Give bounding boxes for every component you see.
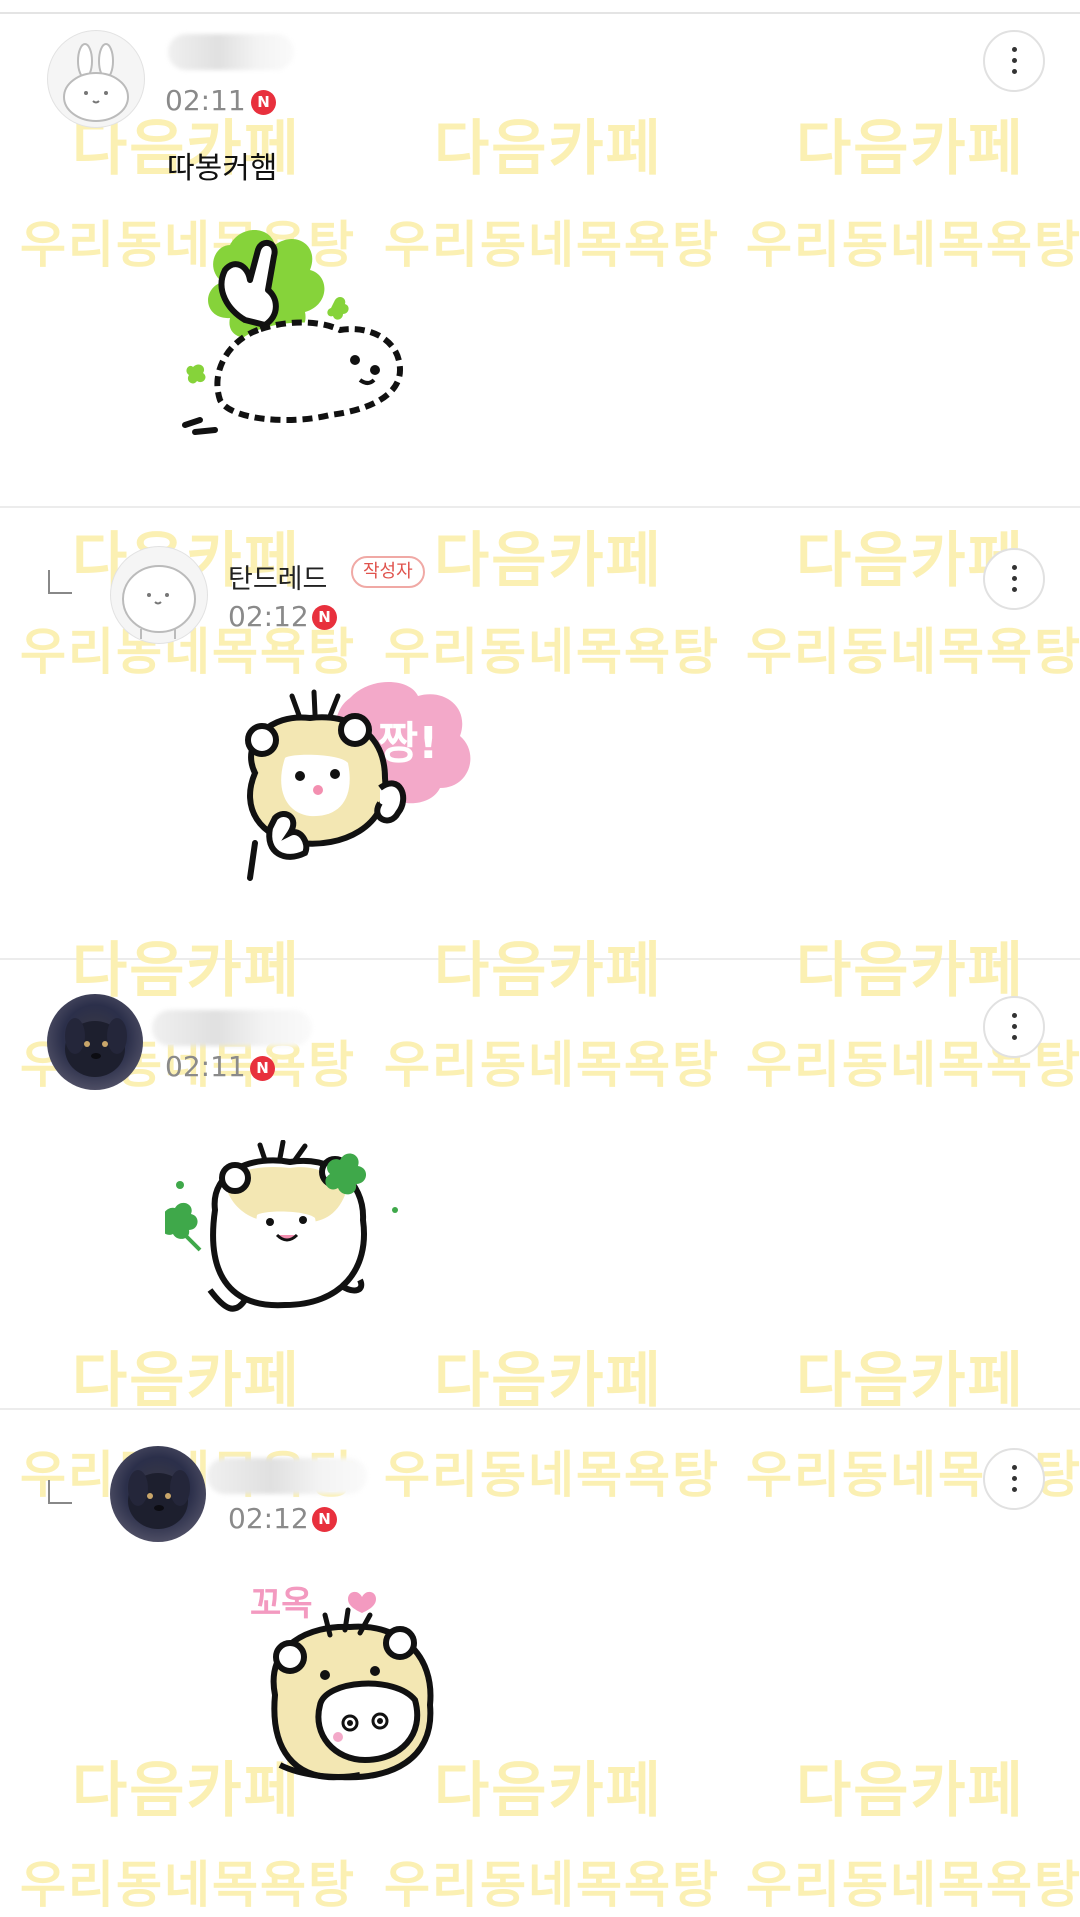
reply-arrow-icon xyxy=(48,570,72,594)
comment-item: 02:11 N 따봉커햄 xyxy=(0,0,1080,506)
hamster-hug-sticker: 꼬옥 xyxy=(250,1584,434,1781)
more-options-button[interactable] xyxy=(983,1448,1045,1510)
author-name[interactable] xyxy=(168,34,294,70)
thumbs-up-hamster-clover-sticker xyxy=(182,230,404,435)
comment-time: 02:12 xyxy=(228,600,309,633)
more-options-button[interactable] xyxy=(983,548,1045,610)
comment-item: 탄드레드 작성자 02:12 N 짱! xyxy=(0,508,1080,958)
new-badge: N xyxy=(312,605,337,630)
bear-avatar-icon xyxy=(122,565,196,639)
avatar[interactable] xyxy=(47,30,145,128)
rabbit-avatar-icon xyxy=(63,43,129,122)
more-options-button[interactable] xyxy=(983,996,1045,1058)
more-options-button[interactable] xyxy=(983,30,1045,92)
dog-photo-avatar-icon xyxy=(65,1018,127,1077)
author-name[interactable] xyxy=(152,1010,312,1046)
comment-item: 02:11 N xyxy=(0,960,1080,1408)
dog-photo-avatar-icon xyxy=(128,1470,190,1529)
author-badge: 작성자 xyxy=(351,556,425,588)
reply-arrow-icon xyxy=(48,1480,72,1504)
author-name[interactable]: 탄드레드 xyxy=(228,557,327,596)
sticker-text: 꼬옥 xyxy=(250,1584,313,1624)
hamster-clover-sticker xyxy=(165,1140,398,1312)
new-badge: N xyxy=(250,1056,275,1081)
comment-item: 02:12 N 꼬옥 xyxy=(0,1410,1080,1881)
avatar[interactable] xyxy=(110,546,208,644)
new-badge: N xyxy=(312,1507,337,1532)
hamster-jjang-sticker: 짱! xyxy=(245,682,471,881)
comment-text: 따봉커햄 xyxy=(167,151,278,186)
avatar[interactable] xyxy=(47,994,143,1090)
avatar[interactable] xyxy=(110,1446,206,1542)
sticker-text: 짱! xyxy=(378,718,439,769)
new-badge: N xyxy=(251,90,276,115)
author-name[interactable] xyxy=(207,1458,367,1494)
comment-time: 02:11 xyxy=(165,1050,246,1083)
comment-time: 02:12 xyxy=(228,1502,309,1535)
comment-time: 02:11 xyxy=(165,84,246,117)
